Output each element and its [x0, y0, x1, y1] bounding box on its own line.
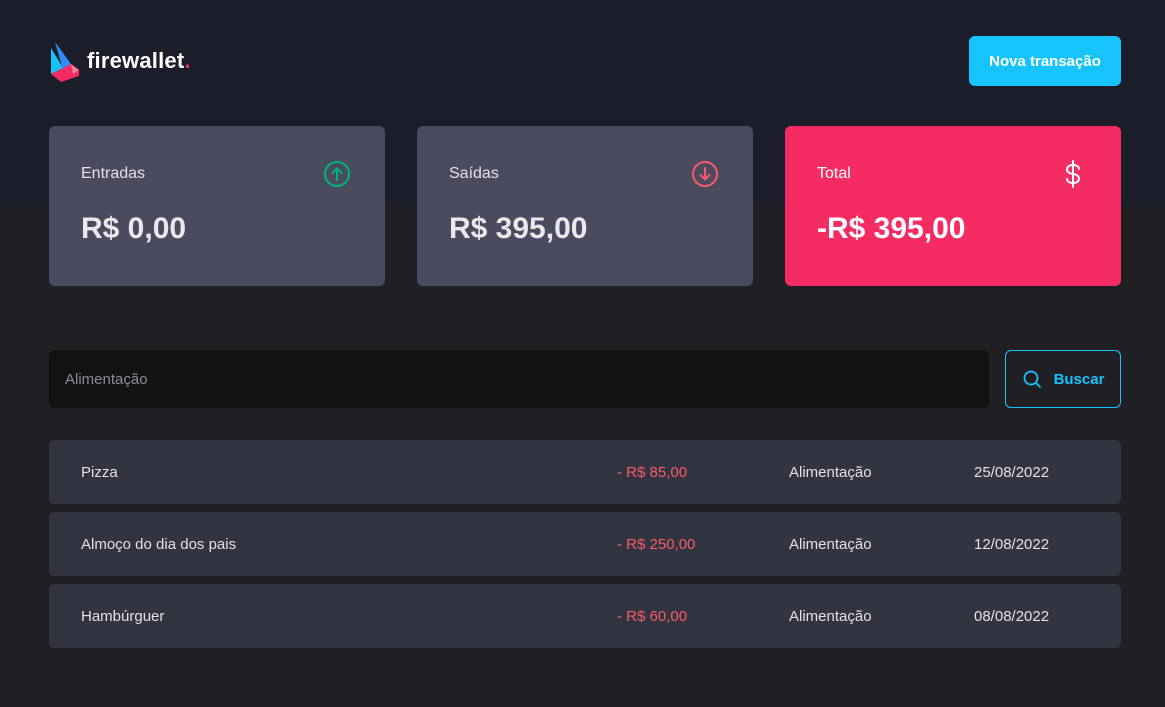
income-card: Entradas R$ 0,00 — [49, 126, 385, 286]
currency-dollar-icon — [1066, 160, 1080, 188]
transaction-price: - R$ 60,00 — [617, 607, 688, 625]
table-row: Almoço do dia dos pais - R$ 250,00 Alime… — [49, 512, 1121, 576]
page: firewallet. Nova transação Entradas R$ 0… — [0, 0, 1165, 707]
income-value: R$ 0,00 — [81, 212, 187, 245]
transaction-category: Alimentação — [789, 607, 872, 625]
transaction-date: 12/08/2022 — [974, 535, 1050, 553]
total-label: Total — [817, 165, 851, 182]
income-label: Entradas — [81, 165, 146, 182]
transaction-description: Almoço do dia dos pais — [81, 535, 237, 553]
outcome-label: Saídas — [449, 165, 499, 182]
outcome-value: R$ 395,00 — [449, 212, 588, 245]
transaction-date: 08/08/2022 — [974, 607, 1050, 625]
total-card: Total -R$ 395,00 — [785, 126, 1121, 286]
logo: firewallet. — [49, 36, 191, 86]
new-transaction-button[interactable]: Nova transação — [969, 36, 1121, 86]
search-button-label: Buscar — [1053, 370, 1105, 388]
brand-name: firewallet — [87, 48, 185, 73]
search-form: Buscar — [49, 350, 1121, 408]
total-value: -R$ 395,00 — [817, 212, 966, 245]
search-input[interactable] — [49, 350, 989, 408]
brand-dot: . — [184, 48, 191, 73]
header: firewallet. Nova transação — [49, 36, 1121, 86]
transaction-category: Alimentação — [789, 535, 872, 553]
outcome-card: Saídas R$ 395,00 — [417, 126, 753, 286]
transaction-price: - R$ 85,00 — [617, 463, 688, 481]
transaction-description: Hambúrguer — [81, 607, 165, 625]
transaction-category: Alimentação — [789, 463, 872, 481]
table-row: Hambúrguer - R$ 60,00 Alimentação 08/08/… — [49, 584, 1121, 648]
table-row: Pizza - R$ 85,00 Alimentação 25/08/2022 — [49, 440, 1121, 504]
arrow-circle-up-icon — [324, 161, 350, 187]
transaction-date: 25/08/2022 — [974, 463, 1050, 481]
transaction-price: - R$ 250,00 — [617, 535, 696, 553]
summary-cards: Entradas R$ 0,00 Saídas R$ 395,00 Total … — [49, 126, 1121, 286]
flame-logo-icon — [51, 42, 79, 82]
search-icon — [1023, 370, 1041, 388]
search-button[interactable]: Buscar — [1005, 350, 1121, 408]
transactions-table: Pizza - R$ 85,00 Alimentação 25/08/2022 … — [49, 440, 1121, 648]
transaction-description: Pizza — [81, 463, 118, 481]
arrow-circle-down-icon — [692, 161, 718, 187]
